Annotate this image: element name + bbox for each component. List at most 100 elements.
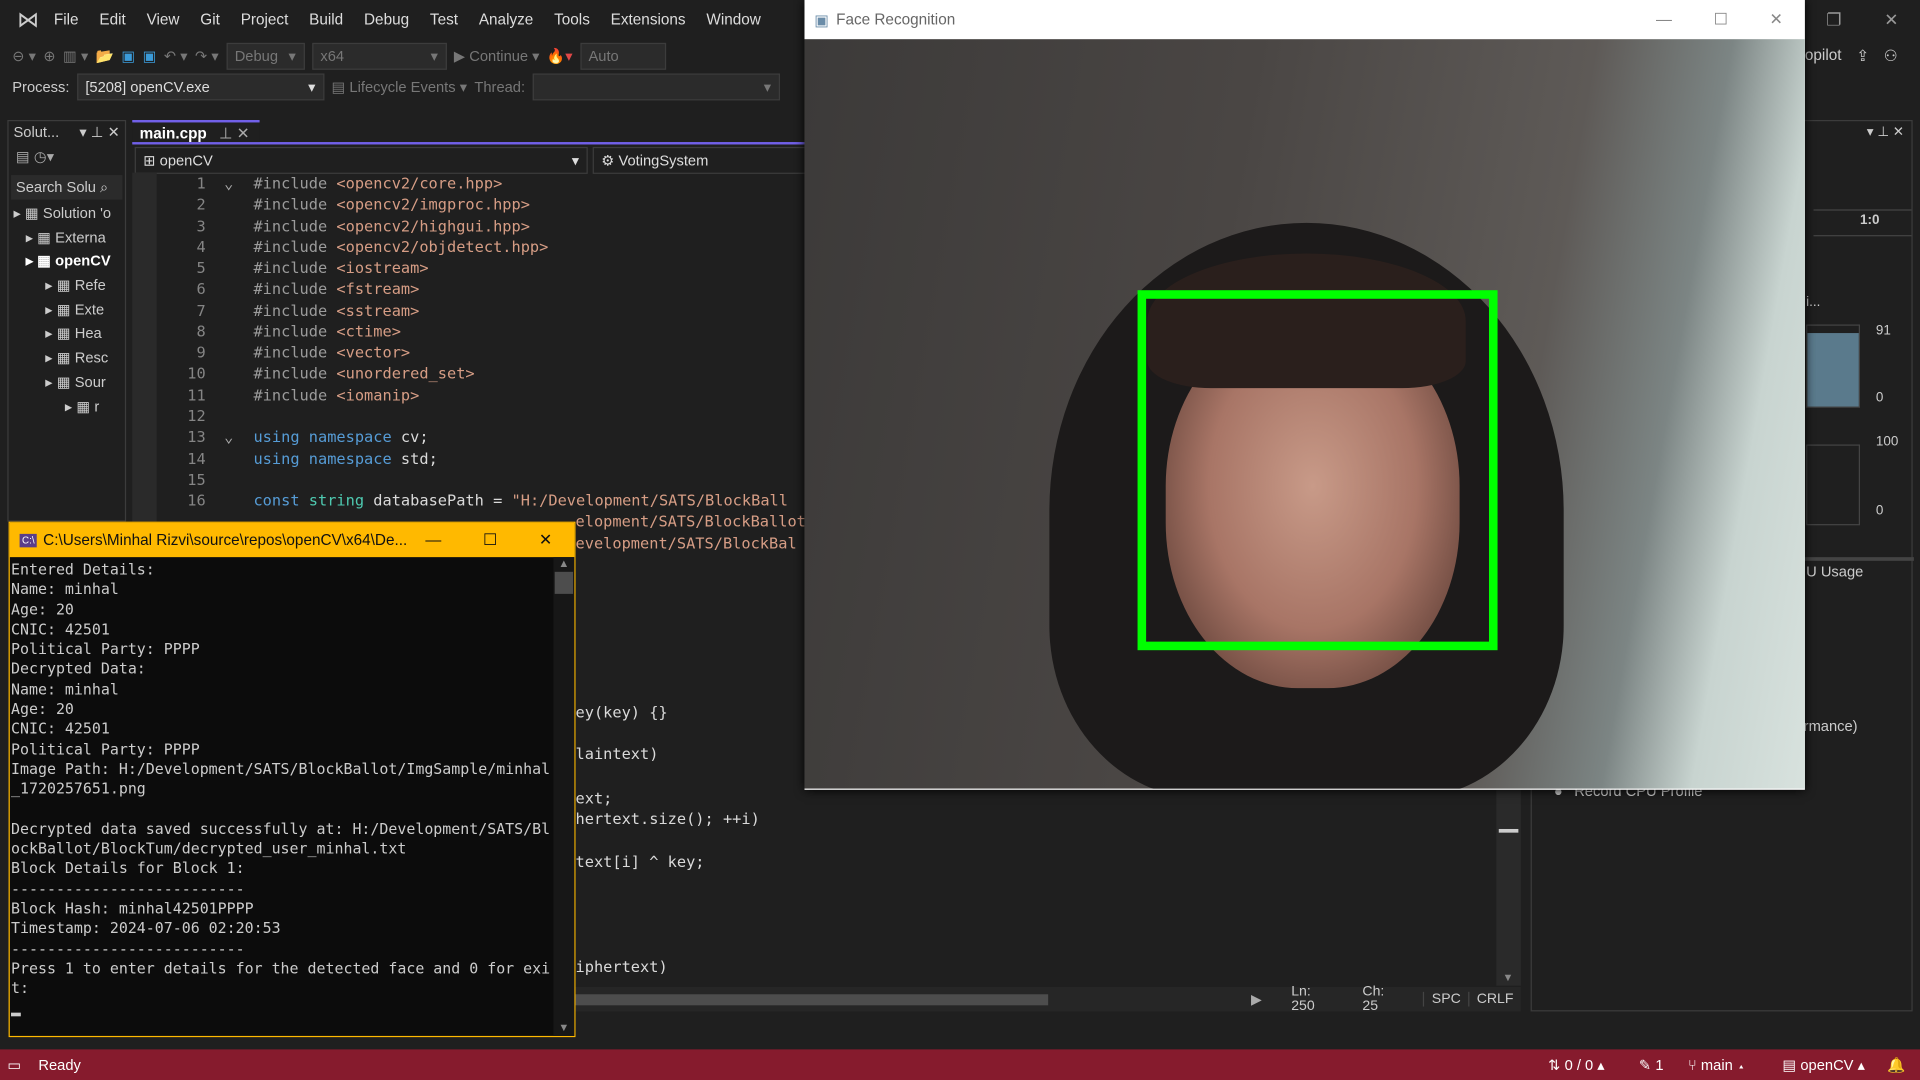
menu-analyze[interactable]: Analyze: [479, 11, 533, 28]
config-select[interactable]: Debug ▾: [226, 42, 305, 70]
memory-graph: [1806, 324, 1861, 408]
search-solution-input[interactable]: Search Solu ⌕: [11, 175, 123, 200]
performance-link[interactable]: rmance): [1804, 718, 1858, 735]
console-line: Name: minhal: [11, 580, 119, 598]
process-select[interactable]: [5208] openCV.exe ▾: [76, 73, 325, 101]
visual-studio-logo-icon: ⋈: [17, 7, 40, 32]
code-token: <unordered_set>: [336, 364, 475, 383]
feedback-icon[interactable]: ⚇: [1884, 47, 1898, 65]
menu-extensions[interactable]: Extensions: [611, 11, 686, 28]
solution-toolbar: ▤ ◷▾: [15, 148, 55, 166]
solution-tree-item[interactable]: ▸ ▦ Hea: [9, 325, 125, 349]
code-line: 7 #include <sstream>: [157, 300, 420, 321]
process-label: Process:: [12, 78, 70, 96]
pending-edits[interactable]: ✎ 1: [1639, 1056, 1664, 1073]
copilot-button[interactable]: opilot: [1805, 47, 1842, 65]
code-token: #include: [253, 258, 337, 277]
console-line: CNIC: 42501: [11, 620, 110, 638]
solution-tree-item[interactable]: ▸ ▦ Exte: [9, 301, 125, 325]
console-line: Press 1 to enter details for the detecte…: [11, 959, 551, 978]
line-number: 15: [187, 469, 206, 489]
spacing-indicator[interactable]: SPC: [1423, 991, 1468, 1007]
solution-tree-item[interactable]: ▸ ▦ Sour: [9, 373, 125, 397]
minimize-icon[interactable]: —: [425, 530, 441, 550]
timeline-ruler[interactable]: 1:0: [1813, 209, 1912, 237]
auto-select[interactable]: Auto: [579, 42, 666, 70]
maximize-icon[interactable]: ☐: [483, 530, 497, 550]
menu-project[interactable]: Project: [241, 11, 289, 28]
horizontal-scrollbar[interactable]: [575, 993, 1048, 1005]
solution-tree-item[interactable]: ▸ ▦ Refe: [9, 277, 125, 301]
vertical-scrollbar[interactable]: ▼: [1496, 789, 1521, 986]
continue-button[interactable]: ▶ Continue ▾: [454, 48, 540, 65]
undo-icon[interactable]: ↶ ▾: [164, 48, 188, 65]
line-number: 2: [196, 195, 206, 214]
menu-test[interactable]: Test: [430, 11, 458, 28]
code-token: #include: [253, 195, 337, 214]
git-changes[interactable]: ⇅ 0 / 0 ▴: [1548, 1056, 1604, 1073]
thread-select[interactable]: ▾: [532, 73, 780, 101]
console-title-bar[interactable]: C:\ C:\Users\Minhal Rizvi\source\repos\o…: [9, 522, 575, 558]
solution-tree-item[interactable]: ▸ ▦ Solution 'o: [9, 204, 125, 228]
lifecycle-events-button[interactable]: ▤ Lifecycle Events ▾: [331, 78, 467, 95]
face-recognition-window[interactable]: ▣ Face Recognition — ☐ ✕: [804, 0, 1805, 790]
line-indicator[interactable]: Ln: 250: [1291, 984, 1338, 1013]
back-icon[interactable]: ⊖ ▾: [12, 48, 36, 65]
new-item-icon[interactable]: ▥ ▾: [63, 48, 88, 65]
scope-select[interactable]: ⚙ VotingSystem: [592, 146, 806, 174]
close-icon[interactable]: ✕: [1884, 9, 1898, 30]
notifications-icon[interactable]: 🔔: [1887, 1056, 1905, 1073]
menu-edit[interactable]: Edit: [99, 11, 125, 28]
minimize-icon[interactable]: —: [1656, 10, 1672, 30]
code-token: #include: [253, 279, 337, 298]
hot-reload-icon[interactable]: 🔥▾: [547, 48, 573, 65]
code-token: <iomanip>: [336, 385, 420, 404]
save-icon[interactable]: ▣: [121, 48, 135, 65]
menu-window[interactable]: Window: [706, 11, 760, 28]
panel-title: Solut...: [13, 123, 60, 141]
forward-icon[interactable]: ⊕: [43, 48, 55, 65]
branch-select[interactable]: ⑂ main ▴: [1688, 1056, 1746, 1073]
code-fragment: laintext): [575, 744, 659, 763]
platform-select[interactable]: x64 ▾: [311, 42, 447, 70]
close-icon[interactable]: ✕: [1770, 10, 1783, 30]
menu-view[interactable]: View: [147, 11, 180, 28]
code-token: <opencv2/highgui.hpp>: [336, 216, 530, 235]
solution-tree-item[interactable]: ▸ ▦ Resc: [9, 349, 125, 373]
maximize-icon[interactable]: ☐: [1714, 10, 1728, 30]
tab-cpu-usage[interactable]: U Usage: [1803, 557, 1914, 581]
memory-label: i...: [1806, 295, 1821, 310]
menu-build[interactable]: Build: [309, 11, 343, 28]
console-window[interactable]: C:\ C:\Users\Minhal Rizvi\source\repos\o…: [8, 521, 576, 1038]
project-select[interactable]: ⊞ openCV ▾: [134, 146, 588, 174]
col-indicator[interactable]: Ch: 25: [1362, 984, 1403, 1013]
code-line: 11 #include <iomanip>: [157, 384, 420, 405]
line-number: 1: [196, 173, 206, 193]
close-icon[interactable]: ✕: [539, 530, 552, 550]
code-token: #include: [253, 237, 337, 256]
debug-location-bar: Process: [5208] openCV.exe ▾ ▤ Lifecycle …: [12, 73, 780, 101]
window-title-bar[interactable]: ▣ Face Recognition — ☐ ✕: [804, 0, 1804, 39]
eol-indicator[interactable]: CRLF: [1468, 991, 1521, 1007]
repo-select[interactable]: ▤ openCV ▴: [1782, 1056, 1865, 1073]
solution-tree-item[interactable]: ▸ ▦ openCV: [9, 253, 125, 277]
code-token: using namespace: [253, 427, 401, 447]
console-line: CNIC: 42501: [11, 720, 110, 738]
tab-main-cpp[interactable]: main.cpp ⊥ ✕: [132, 120, 260, 143]
solution-tree-item[interactable]: ▸ ▦ r: [9, 397, 125, 421]
code-line: 14 using namespace std;: [157, 448, 438, 469]
open-folder-icon[interactable]: 📂: [96, 48, 114, 65]
save-all-icon[interactable]: ▣: [143, 48, 157, 65]
console-scrollbar[interactable]: ▲ ▼: [553, 557, 575, 1036]
menu-file[interactable]: File: [54, 11, 79, 28]
restore-icon[interactable]: ❐: [1826, 9, 1841, 30]
menu-tools[interactable]: Tools: [554, 11, 590, 28]
menu-debug[interactable]: Debug: [364, 11, 409, 28]
redo-icon[interactable]: ↷ ▾: [195, 48, 219, 65]
camera-feed: [804, 39, 1805, 789]
panel-options-icon[interactable]: ▾ ⊥ ✕: [1867, 124, 1904, 140]
solution-tree-item[interactable]: ▸ ▦ Externa: [9, 229, 125, 253]
menu-git[interactable]: Git: [200, 11, 220, 28]
panel-options-icon[interactable]: ▾ ⊥ ✕: [79, 124, 120, 141]
share-icon[interactable]: ⇪: [1856, 47, 1869, 65]
